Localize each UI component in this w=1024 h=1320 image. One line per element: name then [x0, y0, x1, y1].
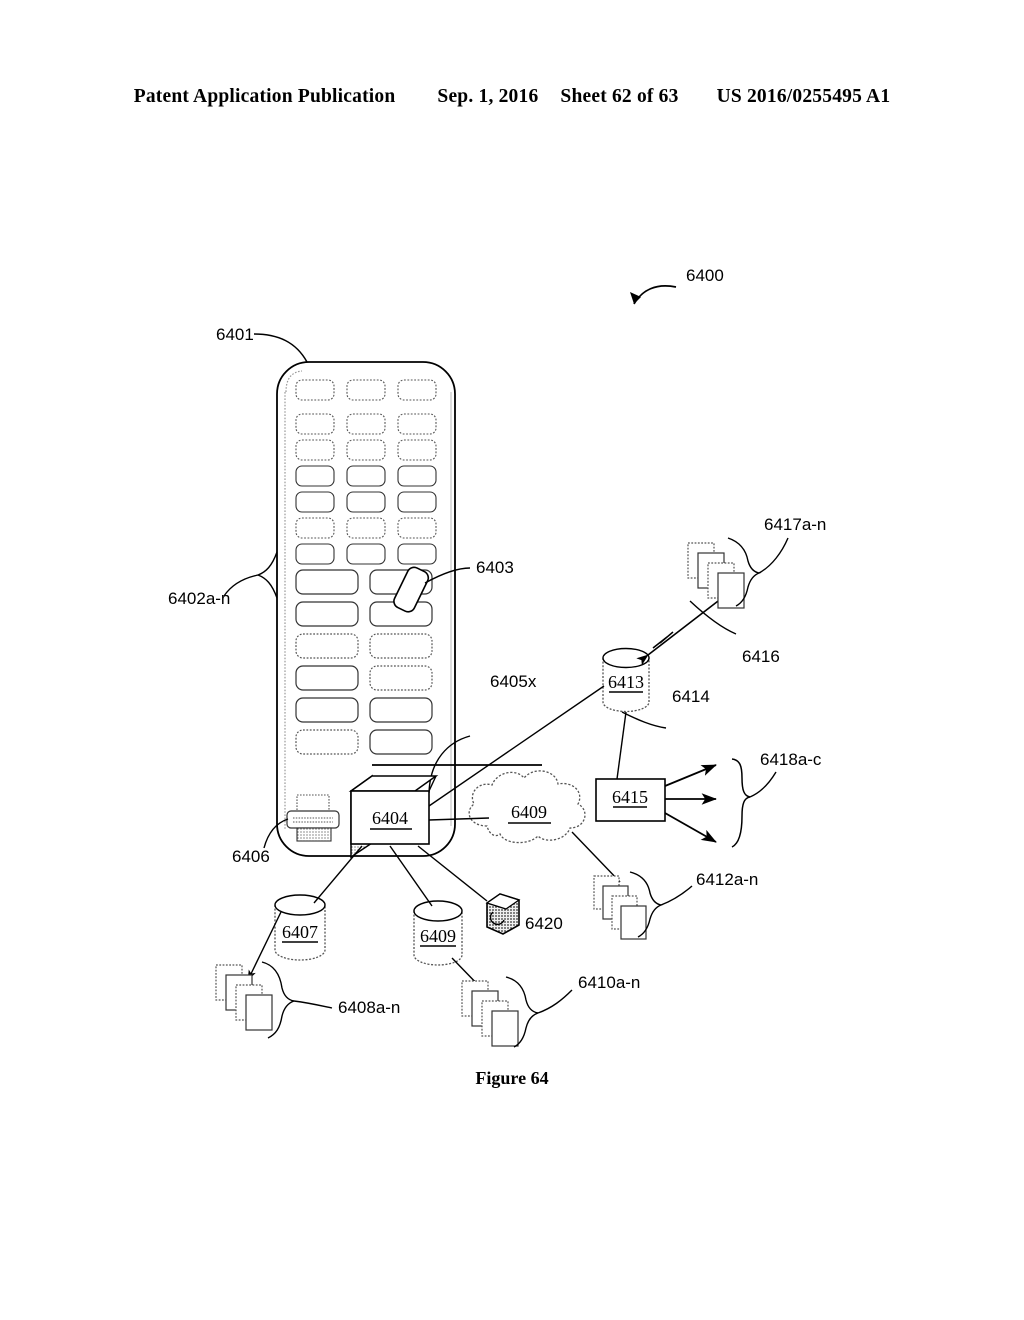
leader-6408a-n: 6408a-n	[261, 961, 400, 1039]
label-cloud-6409: 6409	[511, 802, 547, 822]
slot-wide	[295, 633, 359, 659]
slot-small	[295, 465, 335, 487]
slot-small	[346, 517, 386, 539]
slot-wide	[369, 729, 433, 755]
cloud-6409: 6409	[468, 770, 586, 844]
label-6416: 6416	[742, 647, 780, 666]
label-6417a-n: 6417a-n	[764, 515, 826, 534]
document-stack-6417	[687, 542, 745, 609]
slot-wide	[369, 633, 433, 659]
slot-small	[397, 491, 437, 513]
document-stack-6412	[593, 875, 647, 940]
label-db-6409: 6409	[420, 926, 456, 946]
slot-small	[295, 439, 335, 461]
label-6415: 6415	[612, 787, 648, 807]
label-6404: 6404	[372, 808, 408, 828]
slot-small	[397, 465, 437, 487]
slot-small	[397, 439, 437, 461]
label-6407: 6407	[282, 922, 318, 942]
leader-6412a-n: 6412a-n	[629, 870, 758, 938]
document-stack-6410	[461, 980, 519, 1047]
slot-small	[397, 413, 437, 435]
label-6410a-n: 6410a-n	[578, 973, 640, 992]
label-6403: 6403	[476, 558, 514, 577]
slot-small	[397, 379, 437, 401]
slot-small	[295, 543, 335, 565]
slot-wide	[369, 697, 433, 723]
cube-icon-6420: 6420	[485, 893, 563, 935]
leader-6416: 6416	[689, 600, 780, 666]
slot-small	[346, 543, 386, 565]
database-6407: 6407	[274, 894, 326, 961]
slot-wide	[295, 697, 359, 723]
slot-small	[295, 413, 335, 435]
output-arrows-6418	[664, 758, 777, 848]
overall-reference-6400: 6400	[630, 266, 724, 305]
database-6413: 6413	[602, 647, 650, 713]
label-6413: 6413	[608, 672, 644, 692]
slot-small	[346, 439, 386, 461]
figure-caption: Figure 64	[475, 1068, 549, 1088]
label-6418a-c: 6418a-c	[760, 750, 822, 769]
label-6400: 6400	[686, 266, 724, 285]
leader-6401: 6401	[216, 325, 308, 363]
slot-small	[346, 491, 386, 513]
label-6406: 6406	[232, 847, 270, 866]
label-6401: 6401	[216, 325, 254, 344]
slot-wide	[369, 665, 433, 691]
slot-small	[346, 413, 386, 435]
slot-small	[346, 379, 386, 401]
slot-wide	[295, 569, 359, 595]
process-box-6415: 6415	[595, 778, 666, 822]
slot-small	[295, 379, 335, 401]
label-6402a-n: 6402a-n	[168, 589, 230, 608]
slot-small	[346, 465, 386, 487]
label-6412a-n: 6412a-n	[696, 870, 758, 889]
leader-6402: 6402a-n	[168, 551, 278, 608]
document-stack-6408	[215, 964, 273, 1031]
label-6414: 6414	[672, 687, 710, 706]
slot-small	[295, 517, 335, 539]
slot-small	[295, 491, 335, 513]
label-6405x: 6405x	[490, 672, 537, 691]
figure-drawing: 6400 6401 6402a-n 6403 6405x 6404 6406 6…	[168, 266, 826, 1048]
database-6409: 6409	[413, 900, 463, 966]
patent-page: Patent Application Publication Sep. 1, 2…	[0, 0, 1024, 1320]
slot-wide	[295, 729, 359, 755]
slot-wide	[295, 665, 359, 691]
slot-wide	[295, 601, 359, 627]
label-6420: 6420	[525, 914, 563, 933]
leader-6410a-n: 6410a-n	[505, 973, 640, 1048]
slot-small	[397, 517, 437, 539]
slot-small	[397, 543, 437, 565]
label-6408a-n: 6408a-n	[338, 998, 400, 1017]
